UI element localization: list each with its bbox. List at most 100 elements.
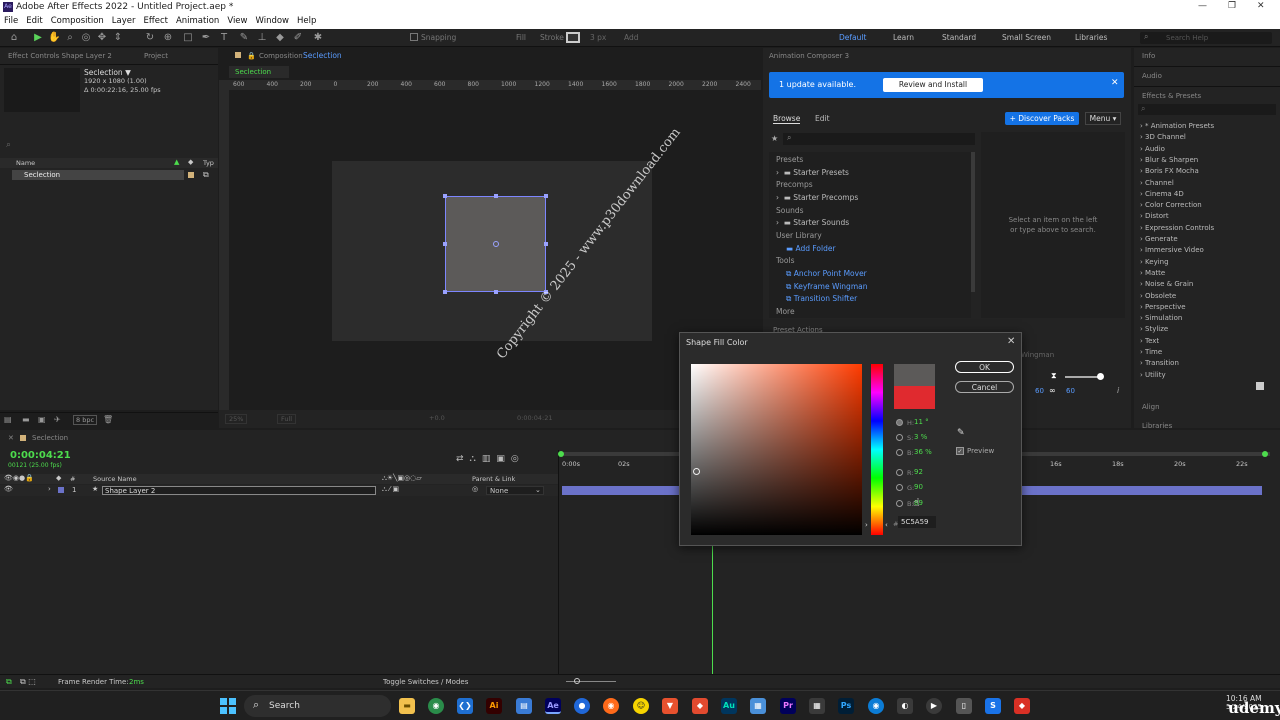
comp-tab-name[interactable]: Seclection (303, 51, 342, 60)
stroke-swatch[interactable] (566, 32, 580, 43)
item-label-swatch[interactable] (188, 172, 194, 178)
project-item-row[interactable]: Seclection (12, 170, 184, 180)
section-more[interactable]: More (776, 307, 795, 316)
snapping-checkbox[interactable] (410, 33, 418, 41)
label-tag-icon[interactable]: ◆ (188, 158, 193, 166)
folder-starter-sounds[interactable]: › ▬ Starter Sounds (776, 218, 849, 227)
hue-slider-marker-right[interactable]: ‹ (885, 521, 888, 529)
effects-category-item[interactable]: › Simulation (1140, 314, 1182, 322)
handle-ml[interactable] (443, 242, 447, 246)
tab-effect-controls[interactable]: Effect Controls Shape Layer 2 (8, 52, 112, 60)
toggle-switches-button[interactable]: Toggle Switches / Modes (383, 678, 468, 686)
workspace-learn[interactable]: Learn (893, 33, 914, 42)
wingman-slider[interactable] (1065, 376, 1101, 378)
favorite-star-icon[interactable]: ★ (771, 134, 778, 143)
windows-start-icon[interactable] (220, 698, 236, 714)
blue-radio[interactable] (896, 500, 903, 507)
menu-effect[interactable]: Effect (140, 15, 172, 26)
info-icon[interactable]: i (1117, 386, 1119, 395)
col-name[interactable]: Name (16, 159, 35, 167)
wingman-slider-thumb[interactable] (1097, 373, 1104, 380)
discover-packs-button[interactable]: + Discover Packs (1005, 112, 1079, 125)
menu-window[interactable]: Window (251, 15, 293, 26)
menu-help[interactable]: Help (293, 15, 320, 26)
layer-expand-icon[interactable]: › (48, 485, 51, 493)
edge-icon[interactable]: ◉ (868, 698, 884, 714)
r-value[interactable]: 92 (914, 468, 923, 476)
sort-icon[interactable]: ▲ (174, 158, 179, 166)
effects-category-item[interactable]: › Boris FX Mocha (1140, 167, 1199, 175)
cancel-button[interactable]: Cancel (955, 381, 1014, 393)
handle-tl[interactable] (443, 194, 447, 198)
add-label[interactable]: Add (624, 33, 639, 42)
folder-starter-precomps[interactable]: › ▬ Starter Precomps (776, 193, 858, 202)
h-value[interactable]: 11 ° (914, 418, 929, 426)
app-icon-red[interactable]: ◆ (692, 698, 708, 714)
app-icon-s[interactable]: S (985, 698, 1001, 714)
audition-icon[interactable]: Au (721, 698, 737, 714)
g-value[interactable]: 90 (914, 483, 923, 491)
effects-category-item[interactable]: › Cinema 4D (1140, 190, 1184, 198)
eraser-tool-icon[interactable]: ◆ (274, 32, 286, 44)
tab-effects-presets[interactable]: Effects & Presets (1142, 92, 1201, 100)
fill-label[interactable]: Fill (516, 33, 526, 42)
workspace-libraries[interactable]: Libraries (1075, 33, 1107, 42)
effects-category-item[interactable]: › * Animation Presets (1140, 122, 1214, 130)
tab-project[interactable]: Project (144, 52, 168, 60)
project-settings-icon[interactable]: ✈ (54, 415, 61, 424)
tab-browse[interactable]: Browse (773, 114, 801, 124)
original-color-swatch[interactable] (894, 386, 935, 409)
home-icon[interactable]: ⌂ (8, 32, 20, 44)
effects-category-item[interactable]: › Generate (1140, 235, 1178, 243)
zoom-tool-icon[interactable]: ⌕ (64, 32, 76, 44)
tab-animation-composer[interactable]: Animation Composer 3 (769, 52, 849, 60)
interpret-footage-icon[interactable]: ▤ (4, 415, 12, 424)
chrome-icon[interactable]: ◉ (428, 698, 444, 714)
effects-category-item[interactable]: › Channel (1140, 179, 1174, 187)
file-explorer-icon[interactable]: ▬ (399, 698, 415, 714)
exposure-value[interactable]: +0.0 (429, 414, 445, 422)
eyedropper-icon[interactable]: ✎ (957, 428, 965, 438)
rotate-tool-icon[interactable]: ↻ (144, 32, 156, 44)
clone-tool-icon[interactable]: ⊥ (256, 32, 268, 44)
effects-category-item[interactable]: › Time (1140, 348, 1162, 356)
menu-button[interactable]: Menu ▾ (1085, 112, 1121, 125)
tab-audio[interactable]: Audio (1142, 72, 1162, 80)
menu-layer[interactable]: Layer (108, 15, 140, 26)
new-comp-icon[interactable]: ▣ (38, 415, 46, 424)
layer-switches[interactable]: ⛬ ⁄ ▣ (382, 485, 399, 494)
pan-tool-icon[interactable]: ✥ (96, 32, 108, 44)
photos-icon[interactable]: ▦ (750, 698, 766, 714)
b-value[interactable]: 36 % (914, 448, 932, 456)
pen-tool-icon[interactable]: ✒ (200, 32, 212, 44)
app-icon-gray[interactable]: ◐ (897, 698, 913, 714)
search-help-box[interactable]: ⌕ Search Help (1140, 32, 1272, 44)
s-radio[interactable] (896, 434, 903, 441)
effects-category-item[interactable]: › Text (1140, 337, 1159, 345)
emoji-app-icon[interactable]: ☺ (633, 698, 649, 714)
parent-dropdown[interactable]: None ⌄ (486, 486, 544, 495)
usb-icon[interactable]: ▯ (956, 698, 972, 714)
vscode-icon[interactable]: ❮❯ (457, 698, 473, 714)
tab-align[interactable]: Align (1142, 403, 1160, 411)
delete-icon[interactable]: 🗑 (103, 415, 113, 424)
layer-visibility-icon[interactable]: 👁 (4, 485, 13, 493)
workspace-standard[interactable]: Standard (942, 33, 976, 42)
new-folder-icon[interactable]: ▬ (22, 415, 30, 424)
color-picker-cursor[interactable] (693, 468, 700, 475)
ok-button[interactable]: OK (955, 361, 1014, 373)
selection-tool-icon[interactable]: ▶ (32, 32, 44, 44)
rectangle-tool-icon[interactable]: □ (182, 32, 194, 44)
comp-name[interactable]: Seclection ▼ (84, 68, 131, 77)
zoom-dropdown[interactable]: 25% (225, 414, 248, 424)
roto-tool-icon[interactable]: ✐ (292, 32, 304, 44)
banner-close-icon[interactable]: ✕ (1111, 78, 1119, 88)
effects-category-item[interactable]: › Audio (1140, 145, 1165, 153)
effects-category-item[interactable]: › Perspective (1140, 303, 1186, 311)
premiere-icon[interactable]: Pr (780, 698, 796, 714)
s-value[interactable]: 3 % (914, 433, 927, 441)
menu-view[interactable]: View (223, 15, 251, 26)
new-bin-icon[interactable] (1256, 382, 1264, 390)
maximize-icon[interactable]: ❐ (1228, 1, 1236, 11)
hue-slider[interactable] (871, 364, 883, 535)
